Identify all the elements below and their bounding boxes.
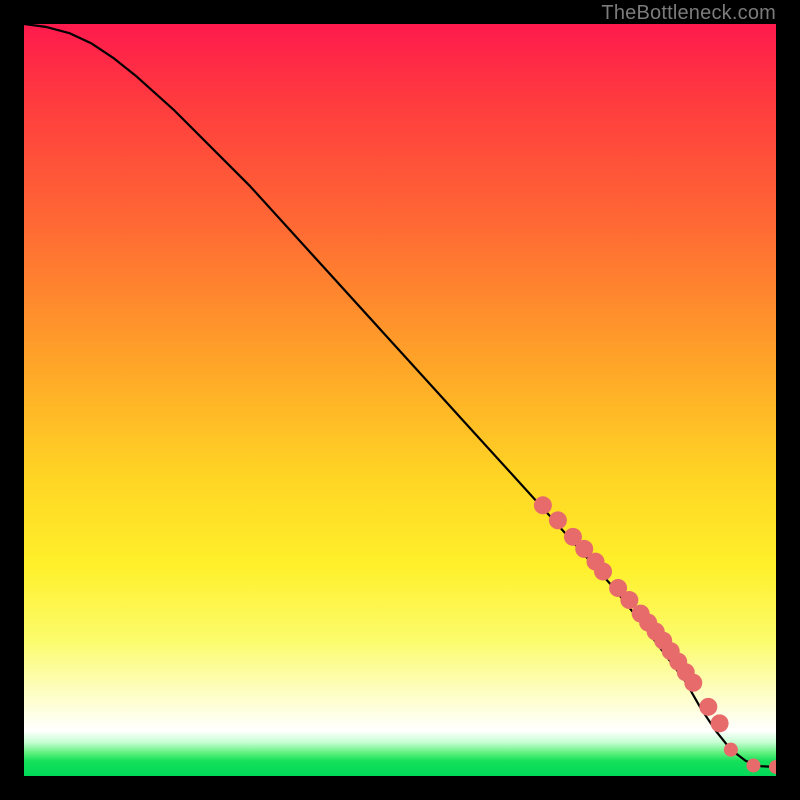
chart-marker <box>746 758 760 772</box>
chart-marker <box>711 714 729 732</box>
chart-plot-area <box>24 24 776 776</box>
chart-overlay-svg <box>24 24 776 776</box>
chart-marker <box>549 511 567 529</box>
chart-marker <box>594 562 612 580</box>
chart-marker <box>769 760 776 774</box>
chart-marker <box>684 674 702 692</box>
chart-marker <box>534 496 552 514</box>
chart-markers-tail <box>724 743 776 774</box>
chart-marker <box>699 698 717 716</box>
chart-marker <box>724 743 738 757</box>
watermark-label: TheBottleneck.com <box>601 2 776 25</box>
